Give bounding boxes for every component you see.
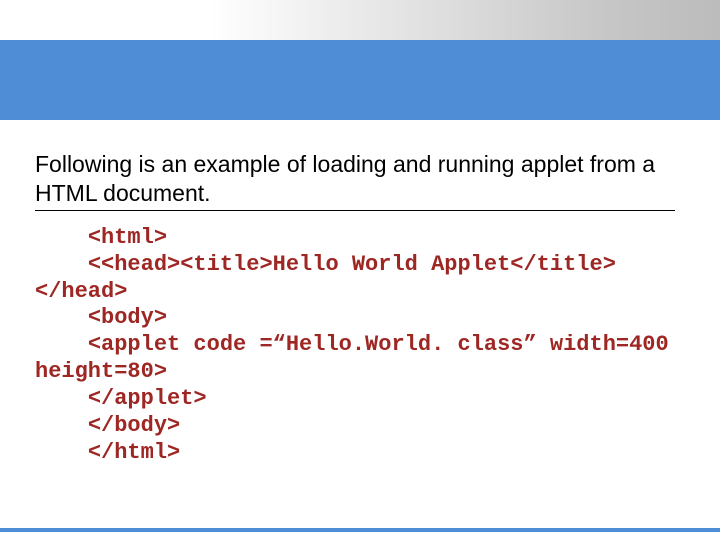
bottom-rule [0,528,720,532]
top-gradient-bar [210,0,720,40]
code-block: <html> <<head><title>Hello World Applet<… [35,225,685,466]
intro-paragraph: Following is an example of loading and r… [35,150,675,211]
title-blue-bar [0,40,720,120]
slide: Following is an example of loading and r… [0,0,720,540]
